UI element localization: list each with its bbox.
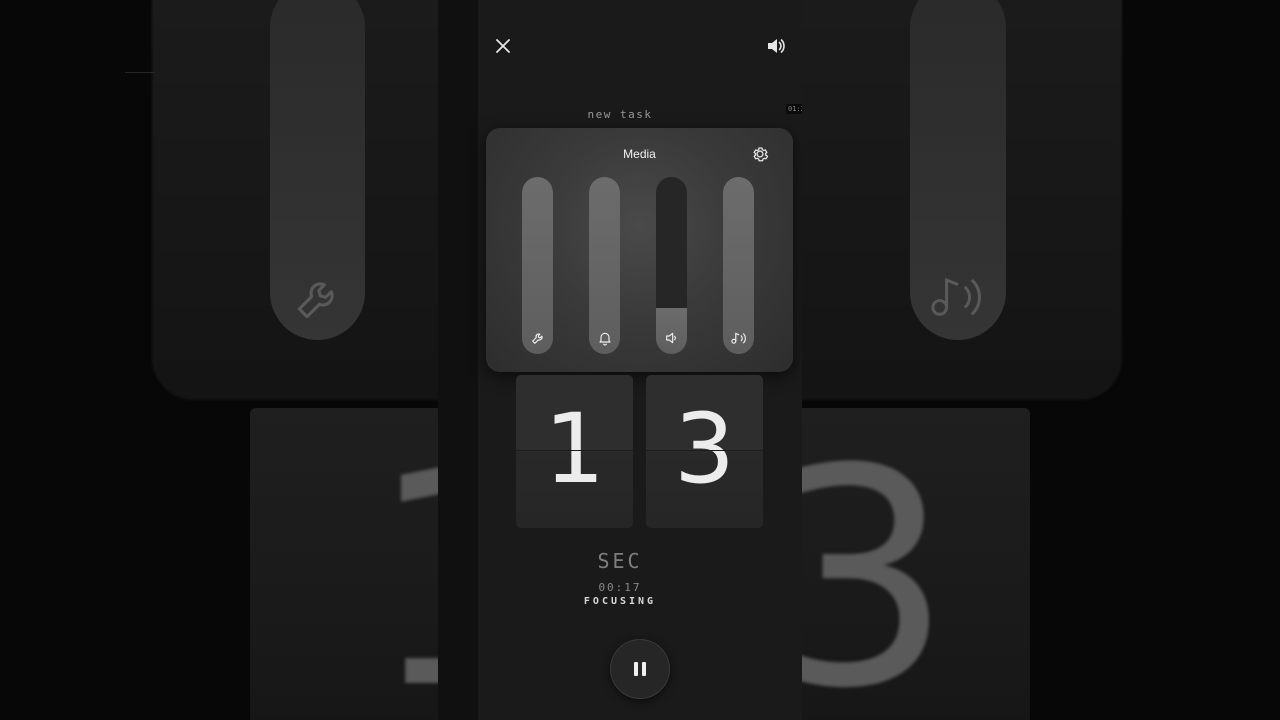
task-name[interactable]: new task [438, 108, 802, 121]
wrench-icon [531, 333, 543, 344]
digit-tens: 1 [543, 393, 606, 505]
digit-ones: 3 [673, 393, 736, 505]
flip-card-ones: 3 [646, 375, 763, 528]
volume-slider-ring[interactable] [589, 177, 620, 354]
bg-digit-1: 1 [368, 430, 438, 720]
bg-music-icon [931, 277, 981, 316]
volume-slider-system[interactable] [522, 177, 553, 354]
volume-slider-media[interactable] [656, 177, 687, 354]
speaker-low-icon [665, 332, 676, 344]
phone-screen: new task 01:2 Media [438, 0, 802, 720]
volume-slider-notification[interactable] [723, 177, 754, 354]
bell-icon [598, 332, 611, 346]
slider-fill [723, 177, 754, 354]
speaker-icon [768, 39, 785, 53]
bg-line [125, 72, 155, 73]
volume-panel-title: Media [623, 147, 656, 161]
background-right: 3 [802, 0, 1280, 720]
sound-button[interactable] [762, 32, 790, 60]
close-button[interactable] [489, 32, 517, 60]
bg-wrench-icon [297, 282, 334, 319]
bg-digit-3: 3 [802, 405, 953, 720]
flip-card-tens: 1 [516, 375, 633, 528]
volume-panel: Media [486, 128, 793, 372]
volume-settings-button[interactable] [750, 144, 770, 164]
close-icon [496, 39, 510, 53]
gear-icon [753, 147, 769, 162]
pause-button[interactable] [610, 639, 670, 699]
status-label: FOCUSING [583, 596, 657, 607]
mini-time-badge: 01:2 [786, 104, 802, 114]
unit-label: SEC [597, 549, 643, 573]
background-left: 1 [0, 0, 438, 720]
pause-icon [634, 662, 646, 676]
slider-fill [589, 177, 620, 354]
music-icon [730, 332, 746, 344]
slider-fill [522, 177, 553, 354]
elapsed-time: 00:17 [598, 581, 642, 594]
